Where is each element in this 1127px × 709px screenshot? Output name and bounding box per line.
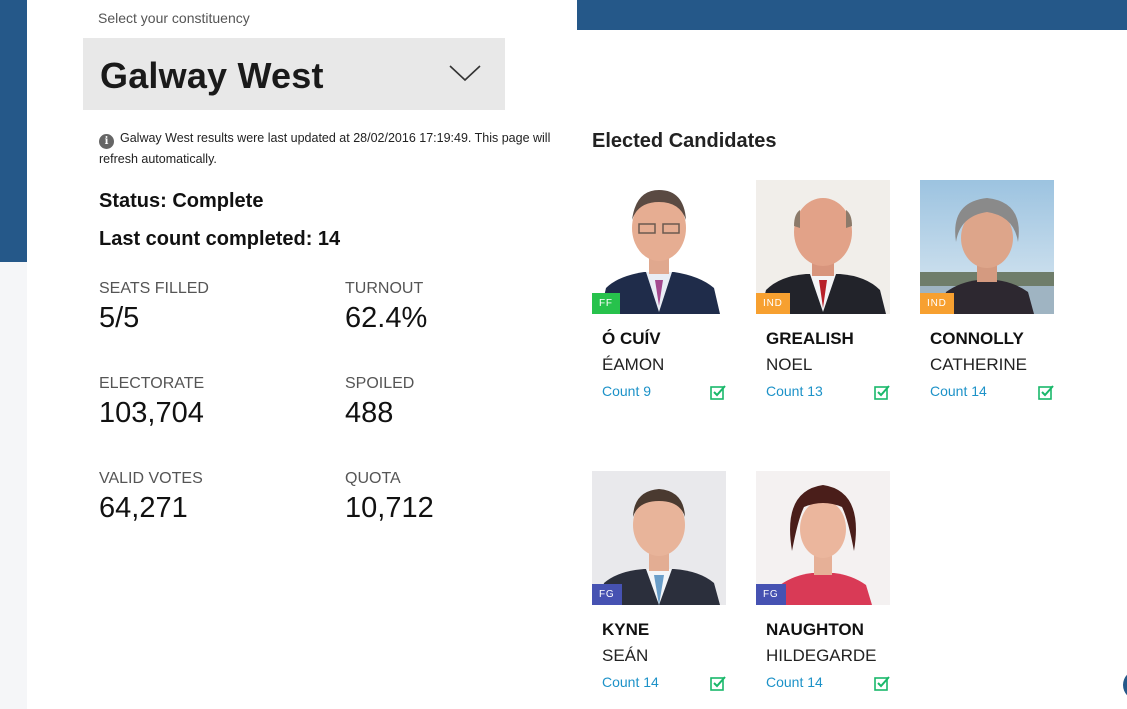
candidate-card[interactable]: FG NAUGHTON HILDEGARDE Count 14 bbox=[756, 471, 890, 692]
candidate-surname: GREALISH bbox=[766, 329, 854, 348]
party-badge: IND bbox=[920, 293, 954, 314]
count-link[interactable]: Count 13 bbox=[766, 383, 823, 399]
stat-turnout: TURNOUT 62.4% bbox=[345, 280, 427, 335]
left-gutter bbox=[0, 262, 27, 709]
stat-spoiled: SPOILED 488 bbox=[345, 375, 414, 430]
stat-label: QUOTA bbox=[345, 470, 401, 487]
count-link[interactable]: Count 14 bbox=[930, 383, 987, 399]
top-banner bbox=[577, 0, 1127, 30]
candidate-surname: CONNOLLY bbox=[930, 329, 1024, 348]
stat-value: 5/5 bbox=[99, 302, 140, 334]
status-text: Status: Complete bbox=[99, 190, 264, 212]
candidate-firstname: HILDEGARDE bbox=[766, 646, 877, 665]
stat-value: 10,712 bbox=[345, 492, 434, 524]
elected-candidates-heading: Elected Candidates bbox=[592, 130, 777, 152]
party-badge: FF bbox=[592, 293, 620, 314]
stat-label: ELECTORATE bbox=[99, 375, 205, 392]
constituency-select-label: Select your constituency bbox=[98, 10, 250, 26]
update-notice-text: Galway West results were last updated at… bbox=[99, 131, 551, 166]
checked-box-icon bbox=[874, 385, 890, 400]
candidate-firstname: SEÁN bbox=[602, 646, 649, 665]
update-notice: i Galway West results were last updated a… bbox=[99, 128, 559, 170]
candidate-card[interactable]: FG KYNE SEÁN Count 14 bbox=[592, 471, 726, 692]
stat-label: TURNOUT bbox=[345, 280, 424, 297]
results-page: Select your constituency Galway West i Ga… bbox=[0, 0, 1127, 709]
party-badge: FG bbox=[592, 584, 622, 605]
checked-box-icon bbox=[710, 676, 726, 691]
party-badge: IND bbox=[756, 293, 790, 314]
party-badge: FG bbox=[756, 584, 786, 605]
candidate-card[interactable]: IND GREALISH NOEL Count 13 bbox=[756, 180, 890, 401]
checked-box-icon bbox=[874, 676, 890, 691]
stat-label: SPOILED bbox=[345, 375, 415, 392]
count-link[interactable]: Count 9 bbox=[602, 383, 651, 399]
count-link[interactable]: Count 14 bbox=[766, 674, 823, 690]
constituency-select[interactable]: Galway West bbox=[83, 38, 505, 110]
candidate-photo: FF bbox=[592, 180, 726, 314]
candidate-firstname: CATHERINE bbox=[930, 355, 1027, 374]
candidate-firstname: ÉAMON bbox=[602, 355, 665, 374]
candidate-count-row: Count 13 bbox=[766, 383, 890, 401]
stat-value: 62.4% bbox=[345, 302, 428, 334]
stat-value: 488 bbox=[345, 397, 394, 429]
candidate-count-row: Count 9 bbox=[602, 383, 726, 401]
candidate-surname: KYNE bbox=[602, 620, 650, 639]
candidate-card[interactable]: FF Ó CUÍV ÉAMON Count 9 bbox=[592, 180, 726, 401]
stat-valid-votes: VALID VOTES 64,271 bbox=[99, 470, 203, 525]
stat-label: SEATS FILLED bbox=[99, 280, 209, 297]
candidate-photo: FG bbox=[756, 471, 890, 605]
candidate-count-row: Count 14 bbox=[766, 674, 890, 692]
last-count-text: Last count completed: 14 bbox=[99, 228, 341, 250]
stat-seats-filled: SEATS FILLED 5/5 bbox=[99, 280, 209, 335]
candidate-surname: Ó CUÍV bbox=[602, 329, 661, 348]
constituency-selected-value: Galway West bbox=[100, 55, 324, 96]
candidate-photo: IND bbox=[756, 180, 890, 314]
left-accent-bar bbox=[0, 0, 27, 262]
candidate-count-row: Count 14 bbox=[930, 383, 1054, 401]
stat-value: 64,271 bbox=[99, 492, 188, 524]
candidate-photo: FG bbox=[592, 471, 726, 605]
candidate-photo: IND bbox=[920, 180, 1054, 314]
candidate-count-row: Count 14 bbox=[602, 674, 726, 692]
stat-quota: QUOTA 10,712 bbox=[345, 470, 434, 525]
info-icon: i bbox=[99, 134, 114, 149]
candidate-surname: NAUGHTON bbox=[766, 620, 864, 639]
stat-electorate: ELECTORATE 103,704 bbox=[99, 375, 204, 430]
chat-bubble-button[interactable] bbox=[1123, 670, 1127, 700]
stat-value: 103,704 bbox=[99, 397, 204, 429]
stat-label: VALID VOTES bbox=[99, 470, 203, 487]
checked-box-icon bbox=[1038, 385, 1054, 400]
count-link[interactable]: Count 14 bbox=[602, 674, 659, 690]
candidate-card[interactable]: IND CONNOLLY CATHERINE Count 14 bbox=[920, 180, 1054, 401]
chevron-down-icon bbox=[449, 65, 481, 82]
candidate-firstname: NOEL bbox=[766, 355, 813, 374]
checked-box-icon bbox=[710, 385, 726, 400]
